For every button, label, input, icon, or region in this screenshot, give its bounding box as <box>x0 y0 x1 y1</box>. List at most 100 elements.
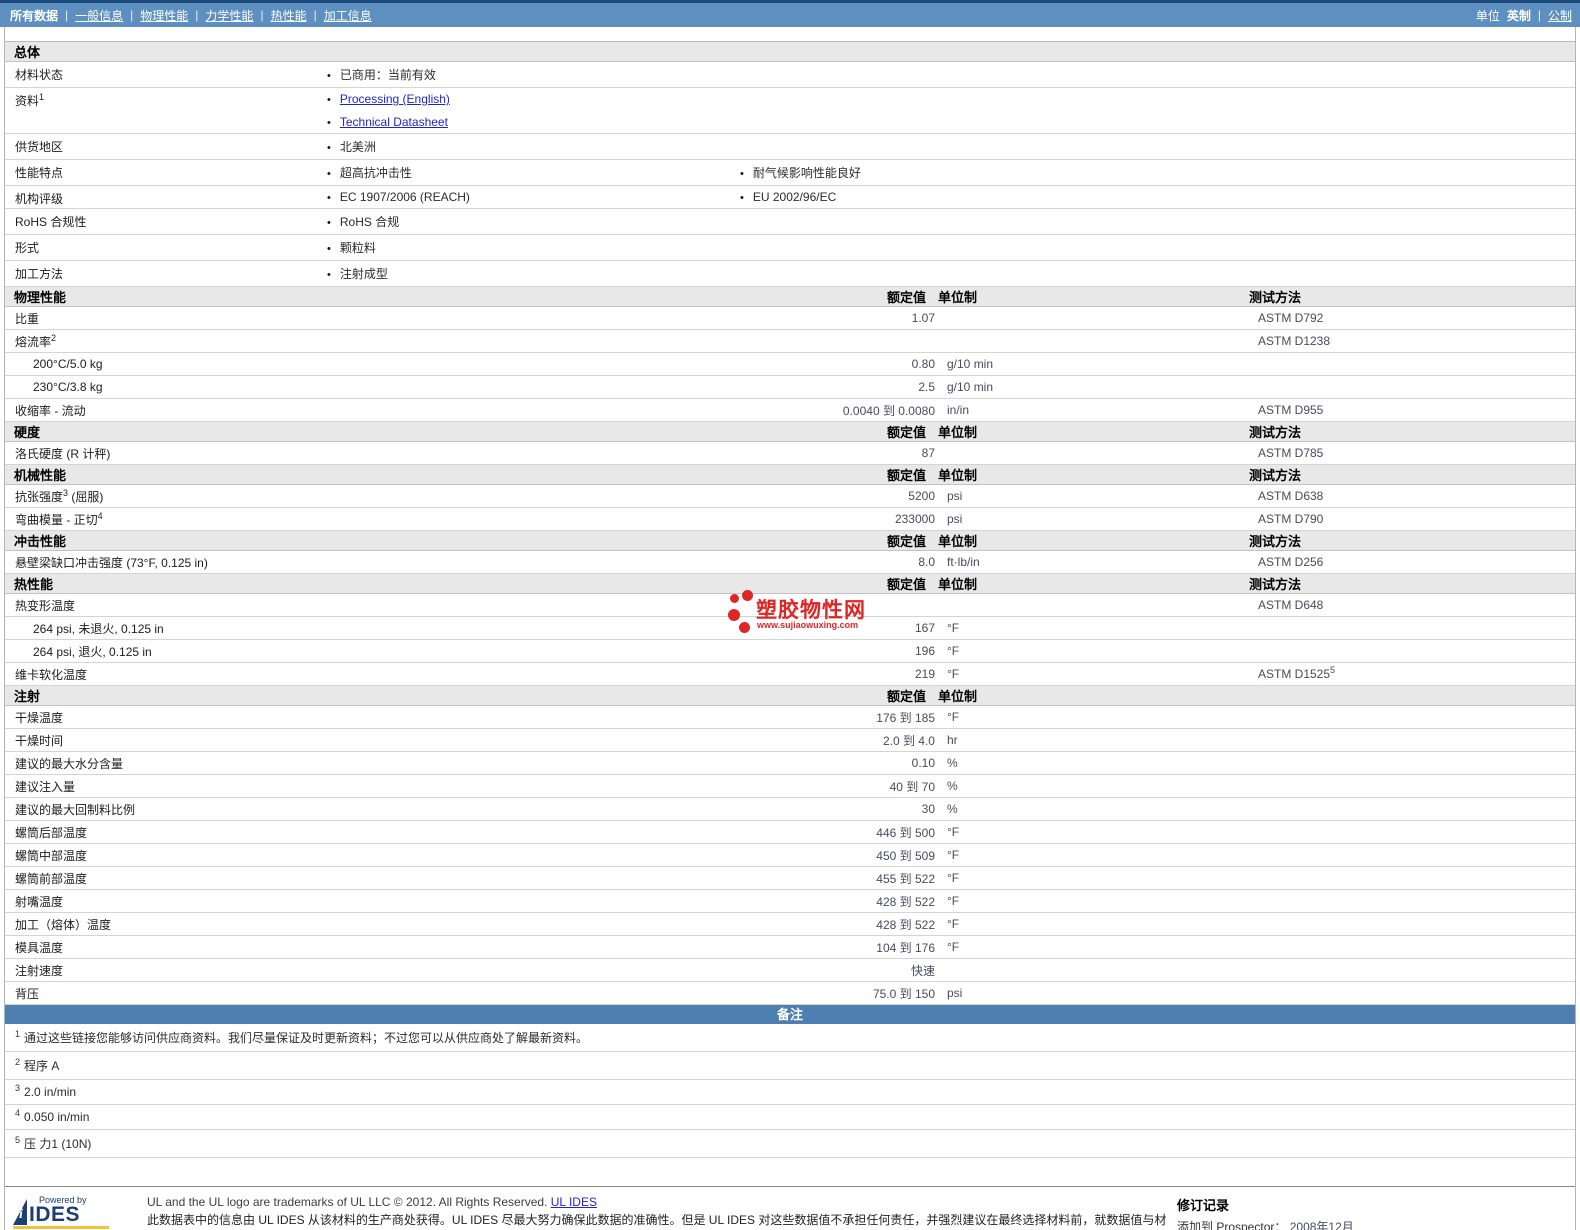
bullet-text: 颗粒料 <box>340 239 376 256</box>
section-header: 冲击性能额定值单位制测试方法 <box>5 531 1575 551</box>
property-value: 428 到 522 <box>795 893 935 910</box>
footer-text: UL and the UL logo are trademarks of UL … <box>141 1195 1171 1230</box>
bullet-item: •RoHS 合规 <box>327 213 740 230</box>
test-method-text: ASTM D1525 <box>1258 667 1330 681</box>
nav-tab-3[interactable]: 物理性能 <box>140 7 188 24</box>
property-label-text: 形式 <box>15 241 39 255</box>
property-label-text: 干燥温度 <box>15 711 63 725</box>
bullet-item: •超高抗冲击性 <box>327 164 740 181</box>
note-item: 40.050 in/min <box>5 1105 1575 1130</box>
nav-tab-4[interactable]: 力学性能 <box>205 7 253 24</box>
top-gap <box>5 27 1575 42</box>
property-unit: ft·lb/in <box>935 555 1250 569</box>
property-label-text: 模具温度 <box>15 941 63 955</box>
property-unit: °F <box>935 940 1250 954</box>
property-unit: °F <box>935 667 1250 681</box>
property-label: 射嘴温度 <box>5 893 795 910</box>
doc-link[interactable]: Technical Datasheet <box>340 115 448 129</box>
property-label-text: 建议的最大回制料比例 <box>15 803 135 817</box>
property-row: 背压75.0 到 150psi <box>5 982 1575 1005</box>
bullet-icon: • <box>740 168 744 180</box>
test-method-text: ASTM D256 <box>1258 555 1323 569</box>
test-method: ASTM D955 <box>1250 403 1575 417</box>
unit-metric-link[interactable]: 公制 <box>1548 7 1572 24</box>
nav-tab-5[interactable]: 热性能 <box>271 7 307 24</box>
bullet-item: • 颗粒料 <box>327 239 740 256</box>
nav-tab-6[interactable]: 加工信息 <box>324 7 372 24</box>
revision-added: 添加到 Prospector： 2008年12月 <box>1177 1218 1354 1230</box>
property-label: 供货地区 <box>5 134 327 155</box>
note-item: 2程序 A <box>5 1052 1575 1080</box>
property-row: 264 psi, 退火, 0.125 in196°F <box>5 640 1575 663</box>
property-row: 热变形温度ASTM D648 <box>5 594 1575 617</box>
property-label-text: 螺筒前部温度 <box>15 872 87 886</box>
property-value: 446 到 500 <box>795 824 935 841</box>
property-label: 建议注入量 <box>5 778 795 795</box>
bullet-icon: • <box>327 94 331 106</box>
section-header: 注射额定值单位制 <box>5 686 1575 706</box>
column-header-rated-value: 额定值 <box>786 574 926 593</box>
property-row: 模具温度104 到 176°F <box>5 936 1575 959</box>
property-row: 螺筒后部温度446 到 500°F <box>5 821 1575 844</box>
test-method-text: ASTM D792 <box>1258 311 1323 325</box>
note-number: 2 <box>15 1057 20 1067</box>
bullet-item: •Technical Datasheet <box>327 115 740 129</box>
ul-ides-link[interactable]: UL IDES <box>551 1195 597 1209</box>
nav-tabs: 所有数据|一般信息|物理性能|力学性能|热性能|加工信息 <box>10 7 372 24</box>
column-header-unit-system: 单位制 <box>926 686 1241 705</box>
bullet-text: 耐气候影响性能良好 <box>753 164 861 181</box>
content-area: 总体材料状态•已商用：当前有效资料1•Processing (English)•… <box>4 27 1576 1230</box>
test-method: ASTM D792 <box>1250 311 1575 325</box>
test-method: ASTM D638 <box>1250 489 1575 503</box>
property-label-text: 材料状态 <box>15 68 63 82</box>
property-label-text: 比重 <box>15 312 39 326</box>
property-value: 233000 <box>795 512 935 526</box>
ides-logo[interactable]: Powered by i IDES <box>13 1195 141 1230</box>
property-value: 167 <box>795 621 935 635</box>
property-label-text: RoHS 合规性 <box>15 215 86 229</box>
property-unit: °F <box>935 825 1250 839</box>
property-label-text: 性能特点 <box>15 166 63 180</box>
property-value: 450 到 509 <box>795 847 935 864</box>
property-label-text: 悬壁梁缺口冲击强度 (73°F, 0.125 in) <box>15 556 208 570</box>
property-label: 机构评级 <box>5 186 327 207</box>
property-label: 抗张强度3 (屈服) <box>5 488 795 505</box>
general-row: 机构评级•EC 1907/2006 (REACH)•EU 2002/96/EC <box>5 186 1575 209</box>
property-label-suffix: (屈服) <box>68 490 103 504</box>
bullet-icon: • <box>327 142 331 154</box>
footnote-ref: 4 <box>98 511 103 521</box>
property-label: 弯曲模量 - 正切4 <box>5 511 795 528</box>
property-value: 30 <box>795 802 935 816</box>
column-header-test-method: 测试方法 <box>1241 422 1575 441</box>
nav-separator: | <box>130 8 133 22</box>
test-method: ASTM D790 <box>1250 512 1575 526</box>
property-label: 模具温度 <box>5 939 795 956</box>
bullet-icon: • <box>327 243 331 255</box>
property-label: 悬壁梁缺口冲击强度 (73°F, 0.125 in) <box>5 554 795 571</box>
property-unit: °F <box>935 894 1250 908</box>
property-row: 干燥温度176 到 185°F <box>5 706 1575 729</box>
footnote-ref: 1 <box>39 92 44 102</box>
column-header-test-method: 测试方法 <box>1241 465 1575 484</box>
property-label-text: 维卡软化温度 <box>15 668 87 682</box>
property-label: 干燥温度 <box>5 709 795 726</box>
property-value: 428 到 522 <box>795 916 935 933</box>
property-label: 螺筒后部温度 <box>5 824 795 841</box>
footer-disclaimer: 此数据表中的信息由 UL IDES 从该材料的生产商处获得。UL IDES 尽最… <box>147 1212 1171 1230</box>
bullet-item: •已商用：当前有效 <box>327 66 740 83</box>
general-row: 材料状态 •已商用：当前有效 <box>5 62 1575 88</box>
note-item: 5压 力1 (10N) <box>5 1130 1575 1158</box>
nav-tab-2[interactable]: 一般信息 <box>75 7 123 24</box>
footnote-ref: 5 <box>1330 665 1335 675</box>
section-header: 硬度额定值单位制测试方法 <box>5 422 1575 442</box>
bullet-column-2 <box>740 107 1575 115</box>
revision-title: 修订记录 <box>1177 1195 1354 1214</box>
test-method: ASTM D1238 <box>1250 334 1575 348</box>
revision-record: 修订记录 添加到 Prospector： 2008年12月 上次更新： 2012… <box>1177 1195 1354 1230</box>
property-row: 熔流率2ASTM D1238 <box>5 330 1575 353</box>
test-method-text: ASTM D648 <box>1258 598 1323 612</box>
doc-link[interactable]: Processing (English) <box>340 92 450 106</box>
bullet-icon: • <box>327 192 331 204</box>
property-value: 5200 <box>795 489 935 503</box>
property-row: 弯曲模量 - 正切4233000psiASTM D790 <box>5 508 1575 531</box>
